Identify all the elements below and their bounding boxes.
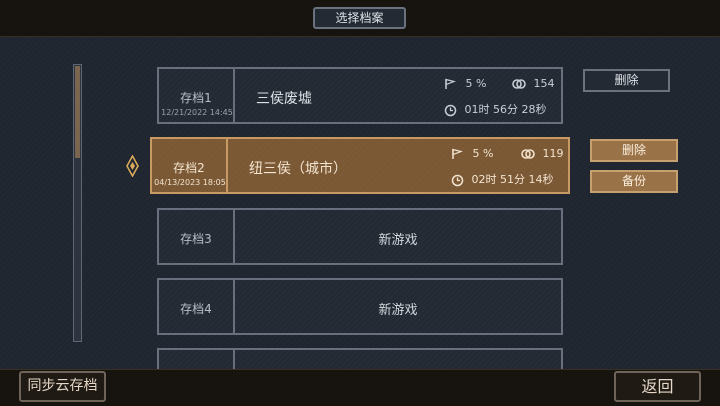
slot-index-panel: 存档4: [159, 280, 235, 333]
slot-index-panel: 存档1 12/21/2022 14:45: [159, 69, 235, 122]
slot-name: 纽三侯（城市）: [249, 161, 347, 177]
top-bar: 选择档案: [0, 0, 720, 37]
delete-button-slot-2[interactable]: 删除: [590, 139, 678, 162]
flag-icon: [445, 78, 457, 89]
slot-name: 三侯废墟: [256, 91, 312, 107]
coins-icon: [512, 79, 526, 89]
diamond-marker-icon: [126, 155, 139, 177]
coins-value: 154: [533, 77, 555, 90]
playtime-stat: 01时 56分 28秒: [444, 101, 546, 117]
scrollbar[interactable]: [73, 64, 82, 342]
slot-index-panel: 存档2 04/13/2023 18:05: [152, 139, 228, 192]
coins-stat: 119: [521, 147, 564, 160]
slot-date: 04/13/2023 18:05: [154, 178, 226, 187]
playtime-value: 01时 56分 28秒: [464, 103, 547, 116]
bottom-bar: [0, 369, 720, 406]
new-game-label: 新游戏: [378, 233, 418, 248]
progress-stat: 5 %: [451, 147, 493, 160]
progress-stat: 5 %: [444, 77, 486, 90]
save-slot-4[interactable]: 存档4 新游戏: [157, 278, 563, 335]
sync-cloud-save-button[interactable]: 同步云存档: [19, 371, 106, 402]
slot-label: 存档4: [180, 302, 212, 316]
save-slot-1[interactable]: 存档1 12/21/2022 14:45 三侯废墟 5 % 154 01时 56…: [157, 67, 563, 124]
save-slot-3[interactable]: 存档3 新游戏: [157, 208, 563, 265]
slot-date: 12/21/2022 14:45: [161, 108, 233, 117]
progress-value: 5 %: [465, 77, 487, 90]
save-slot-2[interactable]: 存档2 04/13/2023 18:05 纽三侯（城市） 5 % 119 02时…: [150, 137, 570, 194]
coins-icon: [521, 149, 535, 159]
clock-icon: [451, 174, 464, 186]
new-game-label: 新游戏: [378, 303, 418, 318]
coins-value: 119: [542, 147, 564, 160]
coins-stat: 154: [512, 77, 555, 90]
slot-label: 存档3: [180, 232, 212, 246]
slot-index-panel: 存档3: [159, 210, 235, 263]
backup-button-slot-2[interactable]: 备份: [590, 170, 678, 193]
playtime-value: 02时 51分 14秒: [471, 173, 554, 186]
slot-label: 存档2: [173, 161, 205, 175]
progress-value: 5 %: [472, 147, 494, 160]
delete-button-slot-1[interactable]: 删除: [583, 69, 670, 92]
page-title: 选择档案: [313, 7, 406, 29]
playtime-stat: 02时 51分 14秒: [451, 171, 553, 187]
clock-icon: [444, 104, 457, 116]
flag-icon: [452, 148, 464, 159]
scrollbar-thumb[interactable]: [75, 66, 80, 158]
back-button[interactable]: 返回: [614, 371, 701, 402]
slot-label: 存档1: [180, 91, 212, 105]
